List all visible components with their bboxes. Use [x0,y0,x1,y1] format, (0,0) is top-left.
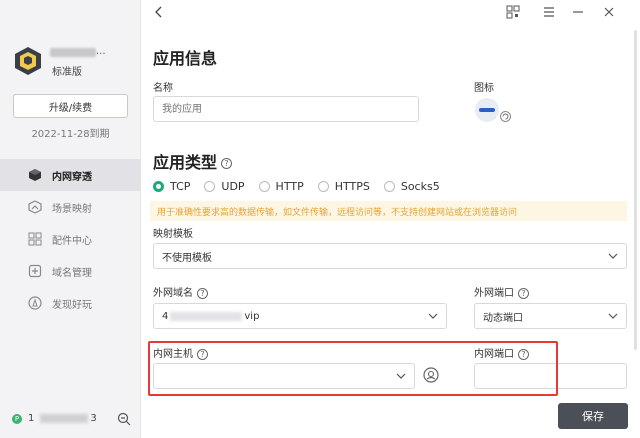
account-id-redacted [40,414,88,423]
sidebar-item-label: 场景映射 [52,203,92,215]
save-button[interactable]: 保存 [558,403,628,429]
grid-icon [28,232,42,246]
ext-port-value: 动态端口 [483,312,523,324]
sidebar-item-label: 域名管理 [52,267,92,279]
sidebar: ... 标准版 升级/续费 2022-11-28到期 内网穿透 场景映射 配件中… [0,0,141,438]
upgrade-button[interactable]: 升级/续费 [13,94,128,118]
chevron-down-icon [608,253,618,259]
radio-dot [204,181,216,192]
ext-domain-prefix: 4 [162,310,169,322]
sidebar-nav: 内网穿透 场景映射 配件中心 域名管理 发现好玩 [0,159,141,319]
radio-http[interactable]: HTTP [258,180,304,193]
radio-dot [258,181,270,192]
scrollbar[interactable] [634,30,637,350]
app-type-radio-group: TCP UDP HTTP HTTPS Socks5 [153,180,454,193]
radio-label: HTTP [275,180,304,193]
user-plan: 标准版 [52,67,82,78]
help-icon[interactable]: ? [197,287,208,299]
zoom-out-icon[interactable] [117,412,131,426]
sidebar-item-label: 配件中心 [52,235,92,247]
ext-domain-select[interactable]: 4 vip [153,303,447,329]
radio-tcp[interactable]: TCP [153,180,190,193]
app-type-title-text: 应用类型 [153,153,218,172]
ext-port-label-text: 外网端口 [474,288,514,299]
radio-dot [317,181,329,192]
qrcode-icon[interactable] [506,5,520,19]
name-label: 名称 [153,83,173,94]
chevron-down-icon [608,313,618,319]
user-name-ellipsis: ... [96,46,106,57]
ext-port-select[interactable]: 动态端口 [474,303,627,329]
sidebar-item-scene[interactable]: 场景映射 [0,191,141,223]
back-icon[interactable] [152,5,166,19]
account-id-suffix: 3 [90,413,97,424]
help-icon[interactable]: ? [221,158,233,169]
app-icon[interactable] [474,97,500,123]
highlight-box [148,341,558,396]
menu-icon[interactable] [542,5,556,19]
radio-dot [153,181,164,192]
chevron-down-icon [428,313,438,319]
template-select[interactable]: 不使用模板 [153,243,627,269]
radio-label: HTTPS [334,180,370,193]
compass-icon [28,296,42,310]
radio-label: TCP [170,180,191,193]
type-notice: 用于准确性要求高的数据传输，如文件传输，远程访问等，不支持创建网站或在浏览器访问 [150,201,627,221]
radio-udp[interactable]: UDP [204,180,245,193]
ext-domain-suffix: vip [244,310,260,322]
minimize-icon[interactable] [571,5,585,19]
sidebar-item-label: 内网穿透 [52,171,92,183]
close-icon[interactable] [602,5,616,19]
app-info-title: 应用信息 [153,49,218,68]
sidebar-item-domain[interactable]: 域名管理 [0,255,141,287]
avatar[interactable] [14,46,42,76]
template-value: 不使用模板 [162,252,212,264]
radio-socks5[interactable]: Socks5 [383,180,440,193]
cube-icon [29,169,41,181]
scene-icon [28,200,42,214]
ext-domain-redacted [170,311,243,321]
expire-date: 2022-11-28到期 [31,129,110,140]
account-id-prefix: 1 [28,413,35,424]
radio-label: UDP [221,180,245,193]
ext-domain-label-text: 外网域名 [153,288,193,299]
sidebar-item-label: 发现好玩 [52,299,92,311]
radio-label: Socks5 [400,180,440,193]
app-type-title: 应用类型? [153,149,233,173]
sidebar-item-accessories[interactable]: 配件中心 [0,223,141,255]
icon-label: 图标 [474,83,494,94]
domain-icon [28,264,42,278]
radio-https[interactable]: HTTPS [317,180,370,193]
status-indicator-icon: P [12,414,22,424]
refresh-icon[interactable] [500,111,511,122]
app-name-input[interactable] [153,96,419,122]
sidebar-item-intranet[interactable]: 内网穿透 [0,159,141,191]
sidebar-item-discover[interactable]: 发现好玩 [0,287,141,319]
ext-port-label: 外网端口? [474,284,529,299]
user-name-redacted [50,48,96,57]
help-icon[interactable]: ? [518,287,529,299]
radio-dot [383,181,395,192]
template-label: 映射模板 [153,229,193,240]
ext-domain-label: 外网域名? [153,284,208,299]
